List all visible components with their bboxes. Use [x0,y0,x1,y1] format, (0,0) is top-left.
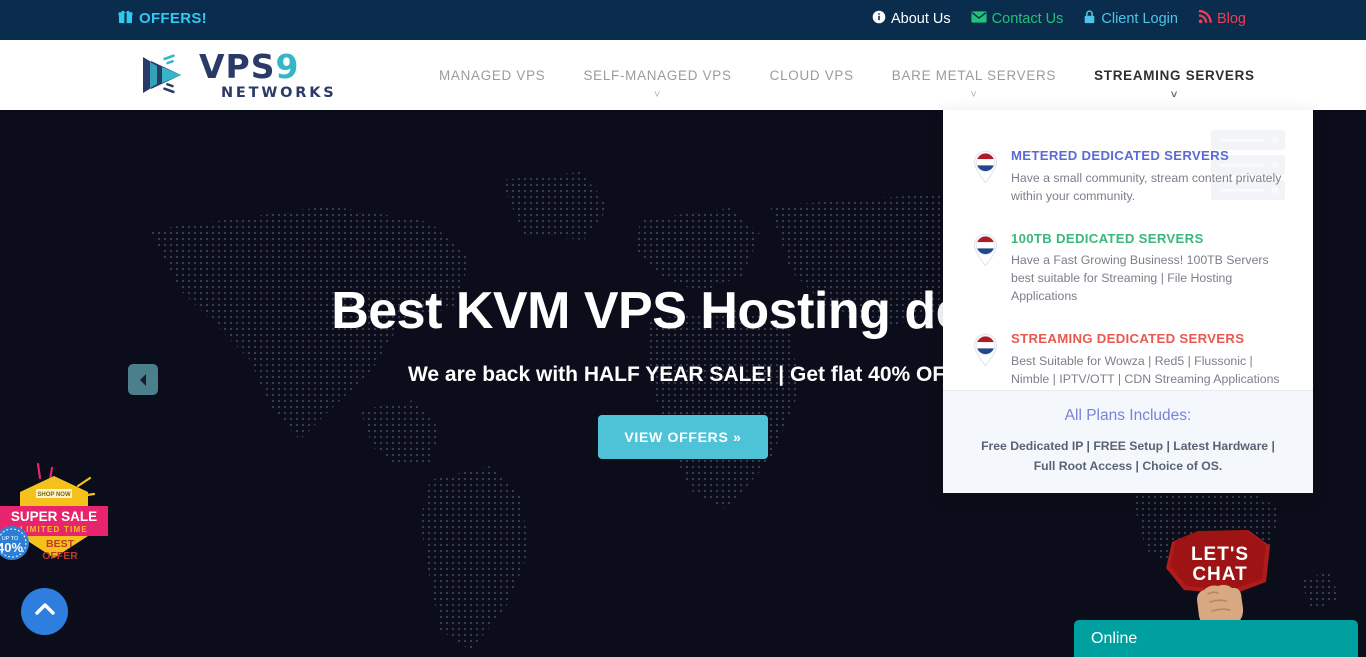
top-nav-client-login-label: Client Login [1101,10,1178,27]
nav-item-cloud-vps-label: CLOUD VPS [769,68,854,83]
svg-text:SHOP NOW: SHOP NOW [37,492,71,498]
envelope-icon [971,11,987,27]
nav-item-bare-metal-servers-label: BARE METAL SERVERS [891,68,1057,83]
dropdown-item-100tb-dedicated-servers[interactable]: 100TB DEDICATED SERVERS Have a Fast Grow… [973,231,1283,306]
offers-link[interactable]: OFFERS! [118,9,207,27]
chat-status-bar[interactable]: Online [1074,620,1358,657]
dropdown-item-body: STREAMING DEDICATED SERVERS Best Suitabl… [1011,331,1283,389]
view-offers-button[interactable]: VIEW OFFERS » [598,414,768,459]
dropdown-footer-title: All Plans Includes: [1064,407,1192,424]
info-circle-icon [872,10,886,28]
netherlands-flag-pin-icon [973,150,998,184]
svg-text:BEST: BEST [46,538,75,550]
lock-icon [1083,10,1096,28]
top-nav-about-us-label: About Us [891,10,951,27]
lets-chat-widget[interactable]: LET'S CHAT [1160,524,1280,634]
nav-item-self-managed-vps[interactable]: SELF-MANAGED VPS ˅ [564,62,750,101]
dropdown-item-body: METERED DEDICATED SERVERS Have a small c… [1011,148,1283,206]
top-nav-blog[interactable]: Blog [1198,9,1246,28]
page-root: OFFERS! About Us Contact Us Client Login [0,0,1366,657]
scroll-to-top-button[interactable] [21,588,68,635]
chevron-down-icon: ˅ [1170,89,1178,101]
netherlands-flag-pin-icon [973,333,998,367]
site-header: VPS9 NETWORKS MANAGED VPS SELF-MANAGED V… [0,40,1366,110]
top-nav-contact-us-label: Contact Us [991,10,1064,27]
dropdown-item-streaming-dedicated-servers[interactable]: STREAMING DEDICATED SERVERS Best Suitabl… [973,331,1283,389]
svg-text:40%: 40% [0,540,23,555]
dropdown-item-title: METERED DEDICATED SERVERS [1011,148,1230,163]
svg-text:LIMITED TIME: LIMITED TIME [20,525,88,534]
dropdown-item-metered-dedicated-servers[interactable]: METERED DEDICATED SERVERS Have a small c… [973,148,1283,206]
logo-subtitle: NETWORKS [221,84,337,101]
chevron-up-icon [34,602,55,621]
hero-headline: Best KVM VPS Hosting deals [331,282,1035,341]
vps9-arrow-logo-icon [135,49,193,101]
chevron-down-icon: ˅ [653,89,662,101]
dropdown-item-title: STREAMING DEDICATED SERVERS [1011,330,1245,346]
nav-item-managed-vps[interactable]: MANAGED VPS [420,62,564,89]
logo-accent-digit: 9 [275,46,300,86]
dropdown-item-title: 100TB DEDICATED SERVERS [1011,230,1204,246]
dropdown-footer: All Plans Includes: Free Dedicated IP | … [943,390,1313,493]
logo-wordmark: VPS9 NETWORKS [199,50,337,101]
dropdown-footer-text: Free Dedicated IP | FREE Setup | Latest … [981,439,1275,473]
nav-item-cloud-vps[interactable]: CLOUD VPS [751,62,873,89]
dropdown-item-description: Have a Fast Growing Business! 100TB Serv… [1011,253,1269,303]
dropdown-item-list: METERED DEDICATED SERVERS Have a small c… [943,110,1313,388]
nav-item-streaming-servers[interactable]: STREAMING SERVERS ˅ [1075,62,1274,101]
rss-icon [1198,9,1212,28]
dropdown-item-body: 100TB DEDICATED SERVERS Have a Fast Grow… [1011,231,1283,306]
top-nav: About Us Contact Us Client Login Blog [872,9,1246,28]
svg-text:LET'S: LET'S [1191,544,1249,565]
top-nav-blog-label: Blog [1216,10,1246,27]
super-sale-badge[interactable]: SHOP NOW SUPER SALE LIMITED TIME BEST OF… [0,462,108,570]
streaming-servers-dropdown: METERED DEDICATED SERVERS Have a small c… [943,110,1313,493]
main-nav: MANAGED VPS SELF-MANAGED VPS ˅ CLOUD VPS… [420,62,1274,101]
nav-item-managed-vps-label: MANAGED VPS [439,68,546,83]
site-logo[interactable]: VPS9 NETWORKS [135,46,334,104]
svg-text:SUPER SALE: SUPER SALE [11,509,97,524]
svg-text:CHAT: CHAT [1192,564,1247,585]
nav-item-streaming-servers-label: STREAMING SERVERS [1094,68,1255,83]
offers-label: OFFERS! [139,9,207,27]
gift-icon [118,9,133,27]
top-nav-client-login[interactable]: Client Login [1083,10,1178,28]
nav-item-self-managed-vps-label: SELF-MANAGED VPS [583,68,732,83]
chevron-down-icon: ˅ [970,89,978,101]
top-nav-about-us[interactable]: About Us [872,10,951,28]
netherlands-flag-pin-icon [973,233,998,266]
dropdown-item-description: Best Suitable for Wowza | Red5 | Flusson… [1011,353,1280,386]
hero-subheadline: We are back with HALF YEAR SALE! | Get f… [407,362,959,386]
carousel-prev-button[interactable] [128,364,158,395]
top-utility-bar: OFFERS! About Us Contact Us Client Login [0,0,1366,40]
top-nav-contact-us[interactable]: Contact Us [971,10,1064,27]
svg-text:OFFER: OFFER [42,550,78,562]
dropdown-item-description: Have a small community, stream content p… [1011,170,1282,203]
chevron-left-icon [137,373,149,387]
nav-item-bare-metal-servers[interactable]: BARE METAL SERVERS ˅ [873,62,1075,101]
chat-status-label: Online [1091,629,1138,647]
logo-brand: VPS9 [199,46,300,86]
